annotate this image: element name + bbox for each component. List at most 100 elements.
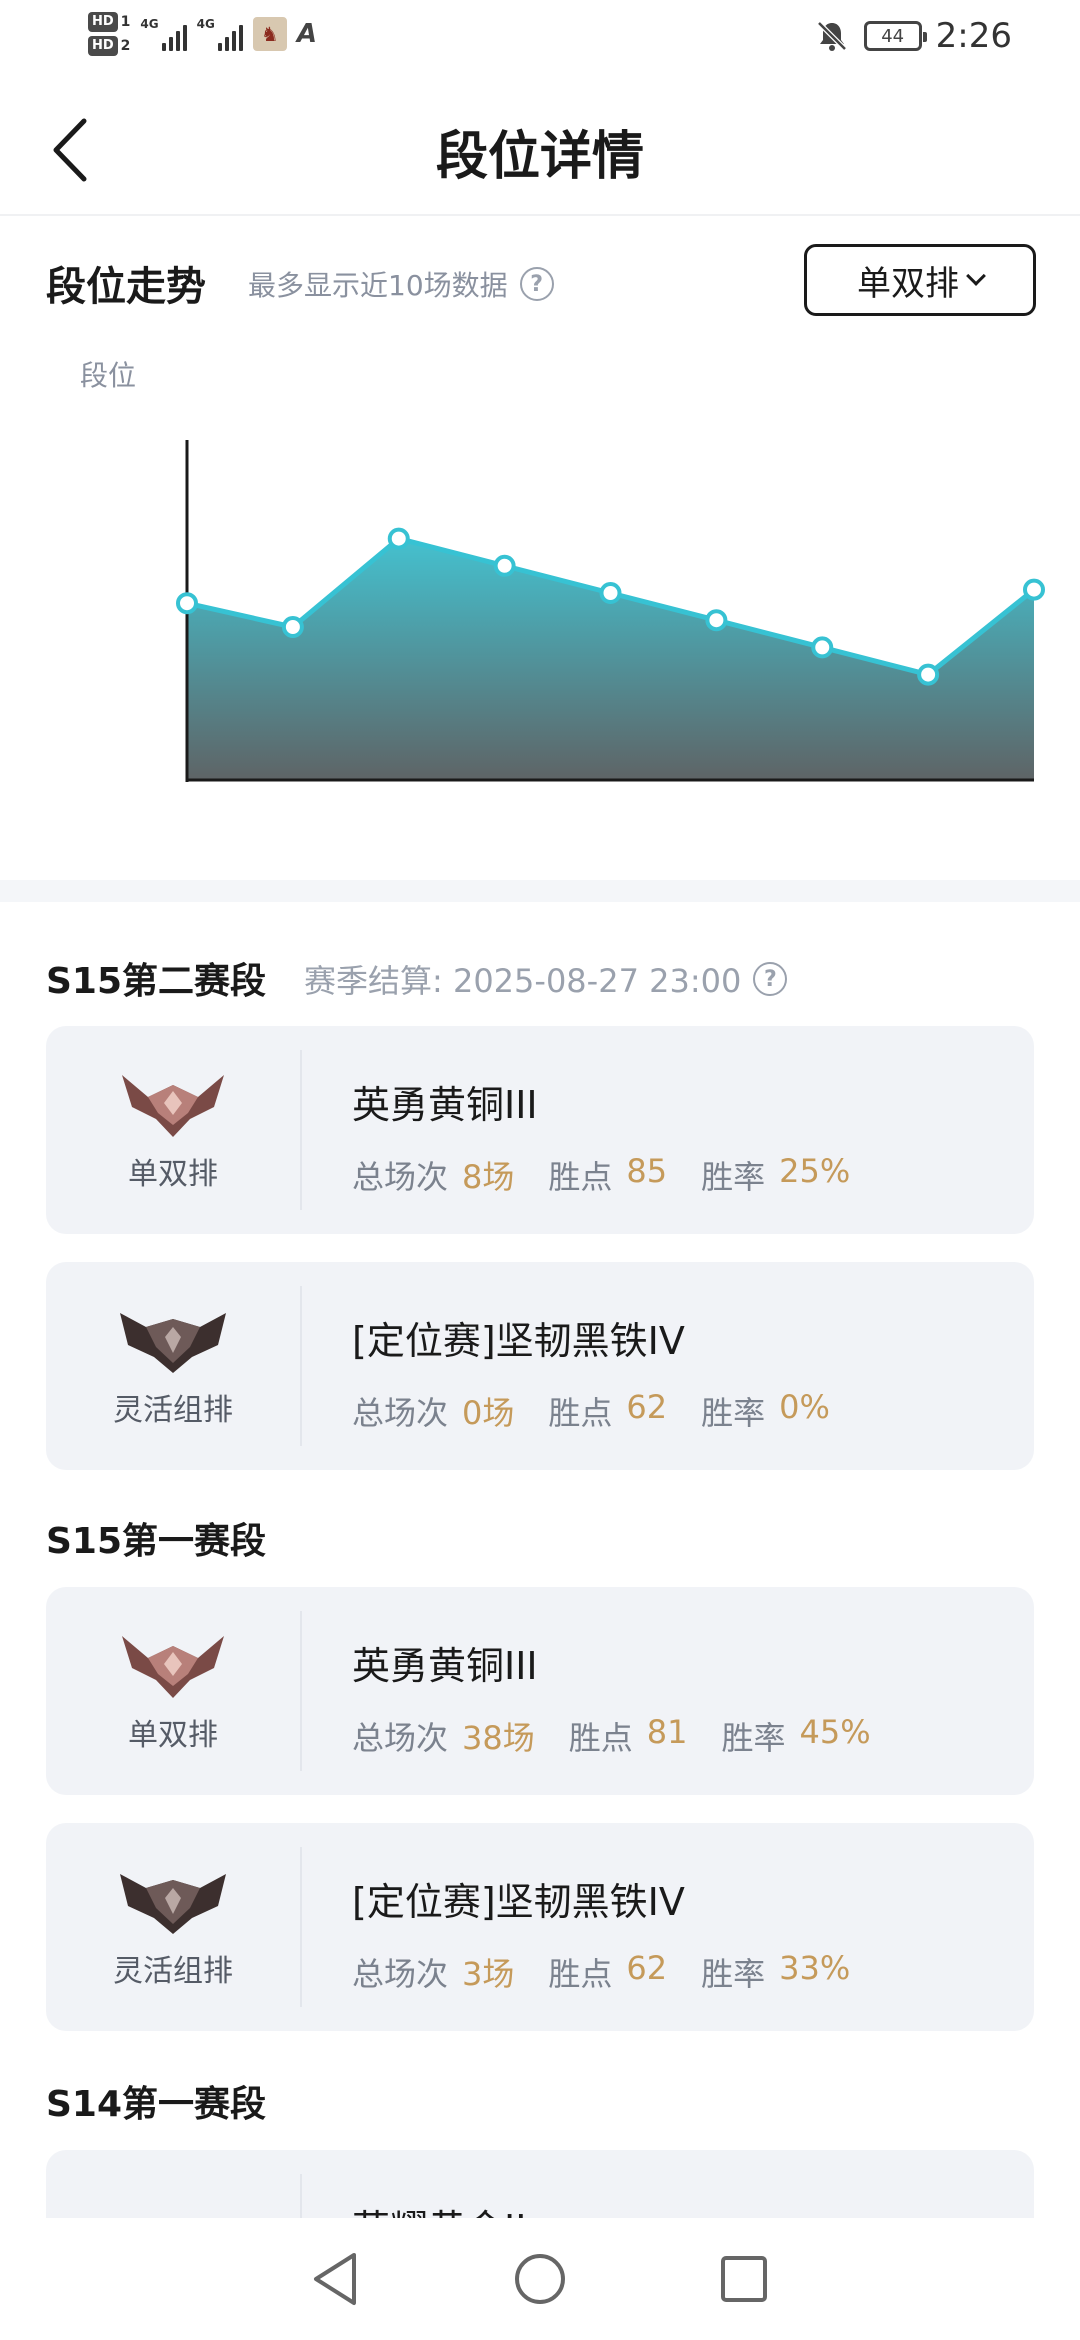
stat-value: 45% bbox=[799, 1713, 871, 1751]
stat-value: 33% bbox=[779, 1949, 851, 1987]
stat-label: 胜点 bbox=[548, 1394, 613, 1432]
bell-off-icon bbox=[816, 21, 847, 51]
rank-card[interactable]: 灵活组排 [定位赛]坚韧黑铁IV 总场次 0场 胜点 62 胜率 0% bbox=[46, 1262, 1034, 1470]
stat-value: 62 bbox=[626, 1949, 668, 1987]
stat-label: 胜点 bbox=[568, 1719, 633, 1757]
queue-name: 单双排 bbox=[128, 1157, 218, 1192]
season-title: S15第一赛段 bbox=[46, 1521, 267, 1562]
queue-type-dropdown-label: 单双排 bbox=[857, 263, 959, 304]
circle-home-icon[interactable] bbox=[512, 2251, 568, 2307]
rank-name: [定位赛]坚韧黑铁IV bbox=[352, 1319, 685, 1363]
rank-trend-title: 段位走势 bbox=[46, 264, 206, 310]
card-divider bbox=[300, 1286, 302, 1446]
rank-card[interactable]: 单双排 英勇黄铜III 总场次 38场 胜点 81 胜率 45% bbox=[46, 1587, 1034, 1795]
chart-point[interactable] bbox=[281, 616, 304, 638]
queue-name: 单双排 bbox=[128, 1718, 218, 1753]
signal-icon-2: 4G bbox=[197, 17, 243, 51]
triangle-back-icon[interactable] bbox=[310, 2251, 362, 2307]
signal2-label: 4G bbox=[196, 17, 215, 31]
rank-name: 英勇黄铜III bbox=[352, 1644, 538, 1688]
chart-point[interactable] bbox=[599, 582, 622, 604]
app-notification-icon: ♞ bbox=[252, 17, 287, 51]
rank-card-queue: 灵活组排 bbox=[46, 1262, 300, 1470]
stat-value: 8场 bbox=[462, 1158, 515, 1196]
rank-card[interactable]: 单双排 英勇黄铜III 总场次 8场 胜点 85 胜率 25% bbox=[46, 1026, 1034, 1234]
stat-lp: 胜点 62 bbox=[548, 1949, 667, 1995]
chart-point[interactable] bbox=[917, 663, 940, 686]
chevron-down-icon bbox=[966, 266, 986, 286]
chart-point[interactable] bbox=[387, 527, 410, 550]
battery-icon: 44 bbox=[863, 21, 927, 51]
bronze-emblem-icon bbox=[122, 1075, 224, 1137]
stat-value: 3场 bbox=[462, 1955, 515, 1993]
square-recent-icon[interactable] bbox=[718, 2253, 770, 2305]
season-settlement-info: 赛季结算: 2025-08-27 23:00 ? bbox=[304, 956, 788, 1002]
rank-stats: 总场次 0场 胜点 62 胜率 0% bbox=[352, 1388, 830, 1434]
signal-bar bbox=[224, 37, 229, 51]
signal-bar bbox=[161, 43, 166, 51]
signal-bar bbox=[231, 31, 236, 51]
signal-bar bbox=[175, 31, 180, 51]
hd1-badge: HD bbox=[88, 12, 118, 32]
stat-value: 85 bbox=[626, 1152, 668, 1190]
rank-stats: 总场次 3场 胜点 62 胜率 33% bbox=[352, 1949, 850, 1995]
chart-point[interactable] bbox=[176, 592, 198, 615]
stat-label: 胜率 bbox=[701, 1955, 766, 1993]
stat-label: 总场次 bbox=[352, 1955, 449, 1993]
sim2-indicator: HD 2 bbox=[88, 36, 130, 56]
hd2-badge: HD bbox=[88, 36, 118, 56]
rank-card-queue: 单双排 bbox=[46, 1587, 300, 1795]
signal-icon-1: 4G bbox=[140, 17, 187, 51]
iron-emblem-icon bbox=[120, 1874, 226, 1934]
chart-point[interactable] bbox=[811, 636, 834, 659]
stat-value: 38场 bbox=[462, 1719, 535, 1757]
card-divider bbox=[300, 1050, 302, 1210]
season-title: S15第二赛段 bbox=[46, 961, 267, 1002]
stat-winrate: 胜率 45% bbox=[721, 1713, 870, 1759]
rank-stats: 总场次 38场 胜点 81 胜率 45% bbox=[352, 1713, 871, 1759]
rank-trend-chart bbox=[176, 440, 1045, 782]
rank-name: 英勇黄铜III bbox=[352, 1083, 538, 1127]
rank-trend-subtitle-text: 最多显示近10场数据 bbox=[248, 269, 508, 302]
rank-trend-subtitle: 最多显示近10场数据 ? bbox=[248, 264, 554, 304]
system-nav-bar bbox=[0, 2218, 1080, 2340]
stat-lp: 胜点 85 bbox=[548, 1152, 667, 1198]
rank-name: [定位赛]坚韧黑铁IV bbox=[352, 1880, 685, 1924]
question-circle-icon[interactable]: ? bbox=[519, 267, 554, 301]
stat-games: 总场次 0场 bbox=[352, 1388, 514, 1434]
stat-label: 总场次 bbox=[352, 1158, 449, 1196]
status-bar: HD 1 HD 2 4G 4G ♞ A 44 2:26 bbox=[0, 0, 1080, 84]
stat-value: 81 bbox=[646, 1713, 688, 1751]
stat-games: 总场次 38场 bbox=[352, 1713, 535, 1759]
sim-indicators: HD 1 HD 2 bbox=[88, 12, 130, 56]
stat-label: 胜点 bbox=[548, 1158, 613, 1196]
rank-card-queue: 灵活组排 bbox=[46, 1823, 300, 2031]
question-circle-icon[interactable]: ? bbox=[753, 962, 788, 996]
signal-bar bbox=[182, 25, 187, 51]
queue-name: 灵活组排 bbox=[113, 1393, 233, 1428]
signal-bar bbox=[217, 43, 222, 51]
stat-winrate: 胜率 33% bbox=[701, 1949, 850, 1995]
stat-lp: 胜点 81 bbox=[569, 1713, 688, 1759]
rank-card[interactable]: 灵活组排 [定位赛]坚韧黑铁IV 总场次 3场 胜点 62 胜率 33% bbox=[46, 1823, 1034, 2031]
stat-label: 总场次 bbox=[352, 1719, 449, 1757]
card-divider bbox=[300, 1611, 302, 1771]
stat-games: 总场次 3场 bbox=[352, 1949, 514, 1995]
rank-card-queue: 单双排 bbox=[46, 1026, 300, 1234]
chart-point[interactable] bbox=[1023, 578, 1045, 601]
chart-point[interactable] bbox=[493, 554, 516, 577]
stat-label: 胜点 bbox=[548, 1955, 613, 1993]
clock: 2:26 bbox=[935, 16, 1012, 56]
chart-area-fill bbox=[187, 538, 1034, 780]
hd1-number: 1 bbox=[120, 14, 131, 30]
stat-value: 0% bbox=[779, 1388, 830, 1426]
signal-bar bbox=[238, 25, 243, 51]
stat-winrate: 胜率 0% bbox=[701, 1388, 830, 1434]
queue-type-dropdown[interactable]: 单双排 bbox=[804, 244, 1036, 316]
stat-games: 总场次 8场 bbox=[352, 1152, 514, 1198]
section-divider bbox=[0, 880, 1080, 902]
stat-label: 胜率 bbox=[701, 1394, 766, 1432]
iron-emblem-icon bbox=[120, 1313, 226, 1373]
chart-point[interactable] bbox=[705, 609, 728, 632]
accessibility-a-icon: A bbox=[296, 19, 317, 49]
